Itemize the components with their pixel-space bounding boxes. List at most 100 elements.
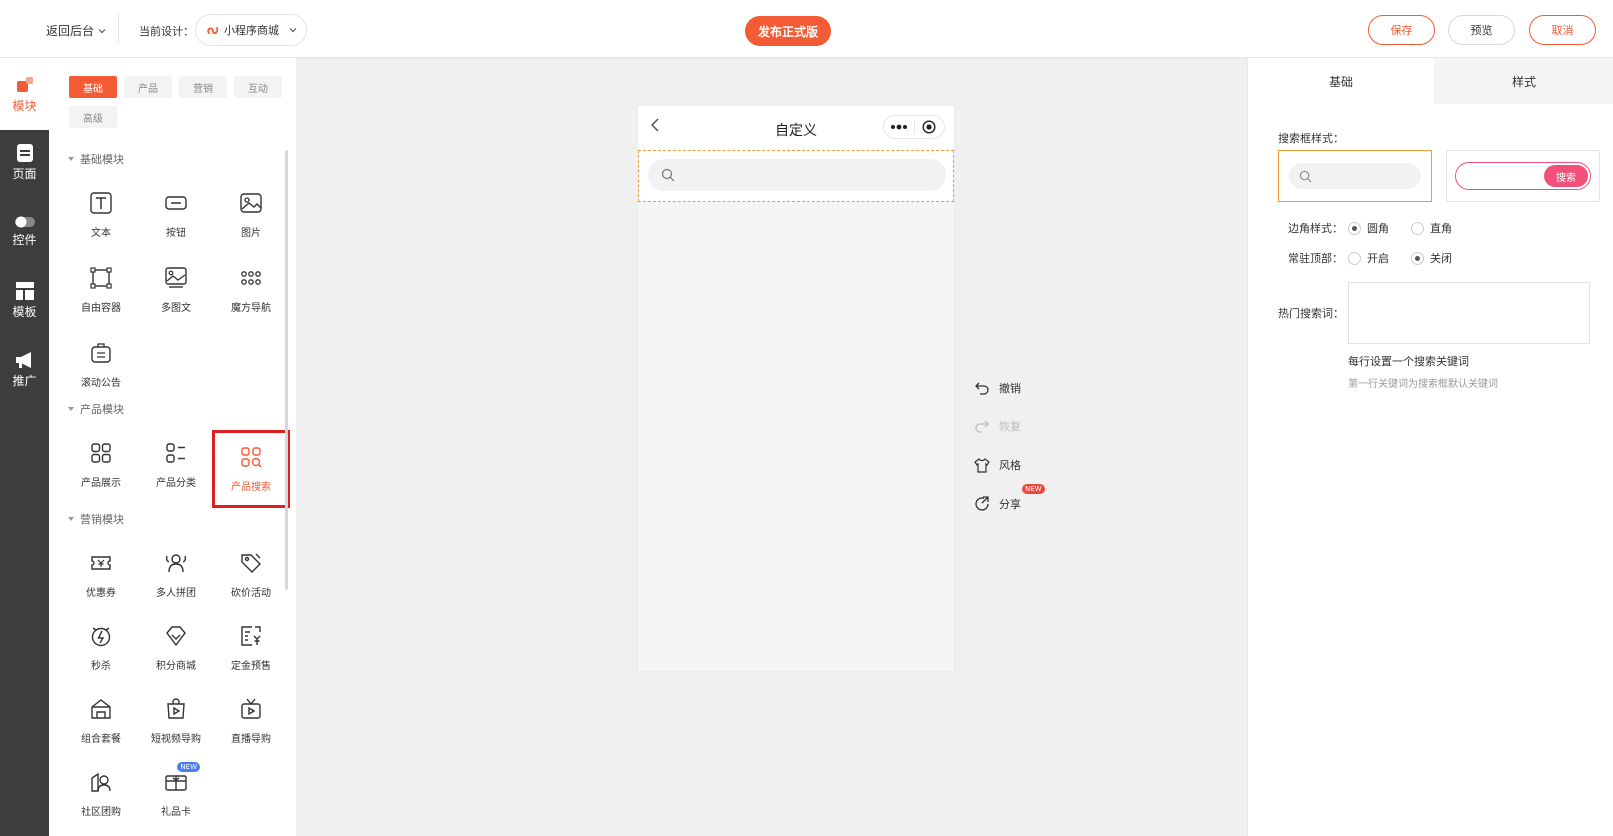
- component-label: 秒杀: [91, 661, 111, 672]
- section-title-text: 营销模块: [80, 513, 124, 526]
- component-image[interactable]: 图片: [214, 182, 288, 248]
- search-style-option-plain[interactable]: [1278, 150, 1432, 202]
- design-select[interactable]: 小程序商城: [195, 14, 307, 46]
- component-product-category[interactable]: 产品分类: [139, 432, 213, 498]
- plain-search-preview: [1289, 163, 1421, 189]
- component-gift-card[interactable]: NEW 礼品卡: [139, 761, 213, 827]
- component-multi-image[interactable]: 多图文: [139, 257, 213, 323]
- component-label: 文本: [91, 228, 111, 239]
- rail-item-label: 推广: [12, 373, 37, 388]
- redo-icon: [975, 420, 989, 433]
- save-button[interactable]: 保存: [1368, 15, 1435, 45]
- container-icon: [90, 267, 112, 289]
- multi-image-icon: [165, 267, 187, 288]
- search-style-option-button[interactable]: 搜索: [1446, 150, 1600, 202]
- tab-advanced[interactable]: 高级: [69, 106, 117, 128]
- component-free-container[interactable]: 自由容器: [64, 257, 138, 323]
- rail-item-controls[interactable]: 控件: [0, 201, 49, 261]
- component-label: 优惠券: [86, 588, 116, 599]
- share-button[interactable]: 分享 NEW: [974, 484, 1045, 514]
- section-title-text: 产品模块: [80, 403, 124, 416]
- component-coupon[interactable]: 优惠券: [64, 542, 138, 608]
- rail-item-label: 页面: [12, 166, 37, 181]
- component-scroll-notice[interactable]: 滚动公告: [64, 332, 138, 398]
- section-title-text: 基础模块: [80, 153, 124, 166]
- tab-marketing[interactable]: 营销: [179, 76, 227, 98]
- gift-card-icon-wrap: NEW: [164, 762, 200, 794]
- tab-settings-basic[interactable]: 基础: [1248, 58, 1434, 104]
- rail-item-promotion[interactable]: 推广: [0, 339, 49, 399]
- component-button[interactable]: 按钮: [139, 182, 213, 248]
- component-product-display[interactable]: 产品展示: [64, 432, 138, 498]
- component-rubik-nav[interactable]: 魔方导航: [214, 257, 288, 323]
- component-product-search[interactable]: 产品搜索: [212, 430, 290, 508]
- notice-icon: [91, 343, 111, 363]
- radio-square[interactable]: [1411, 221, 1424, 235]
- redo-button[interactable]: 恢复: [974, 416, 1021, 436]
- radio-rounded[interactable]: [1348, 221, 1361, 235]
- component-presale[interactable]: 定金预售: [214, 615, 288, 681]
- undo-icon: [975, 382, 989, 395]
- publish-button[interactable]: 发布正式版: [745, 16, 831, 46]
- rail-item-modules[interactable]: 模块: [0, 64, 49, 124]
- component-label: 魔方导航: [231, 303, 271, 314]
- search-component-block[interactable]: [638, 150, 954, 202]
- more-dots-icon[interactable]: [884, 116, 914, 138]
- component-flash-sale[interactable]: 秒杀: [64, 615, 138, 681]
- component-label: 按钮: [166, 228, 186, 239]
- component-label: 图片: [241, 228, 261, 239]
- radio-label: 圆角: [1367, 222, 1389, 235]
- component-short-video[interactable]: 短视频导购: [139, 688, 213, 754]
- live-tv-icon: [241, 698, 261, 719]
- component-bargain[interactable]: 砍价活动: [214, 542, 288, 608]
- radio-label: 开启: [1367, 252, 1389, 265]
- radio-sticky-on[interactable]: [1348, 251, 1361, 265]
- phone-navbar: 自定义: [638, 106, 954, 150]
- image-icon: [240, 193, 262, 213]
- video-bag-icon: [167, 698, 185, 719]
- category-icon: [166, 443, 185, 463]
- panel-scrollbar[interactable]: [285, 150, 288, 590]
- section-product-title[interactable]: 产品模块: [68, 401, 124, 417]
- component-community[interactable]: 社区团购: [64, 761, 138, 827]
- component-label: 礼品卡: [161, 807, 191, 818]
- component-label: 社区团购: [81, 807, 121, 818]
- coupon-icon: [91, 556, 111, 570]
- undo-button[interactable]: 撤销: [974, 378, 1021, 398]
- page-icon: [16, 143, 33, 162]
- component-text[interactable]: 文本: [64, 182, 138, 248]
- component-label: 多图文: [161, 303, 191, 314]
- preview-button[interactable]: 预览: [1448, 15, 1515, 45]
- tab-basic[interactable]: 基础: [69, 76, 117, 98]
- tab-settings-style[interactable]: 样式: [1434, 58, 1613, 104]
- rail-item-templates[interactable]: 模板: [0, 270, 49, 330]
- rail-item-pages[interactable]: 页面: [0, 132, 49, 192]
- back-to-admin-dropdown[interactable]: 返回后台: [46, 22, 106, 39]
- divider: [118, 14, 119, 44]
- sticky-top-radio-group: 开启 关闭: [1348, 250, 1468, 266]
- section-marketing-title[interactable]: 营销模块: [68, 511, 124, 527]
- tab-interaction[interactable]: 互动: [234, 76, 282, 98]
- tab-product[interactable]: 产品: [124, 76, 172, 98]
- cancel-button[interactable]: 取消: [1529, 15, 1596, 45]
- style-button[interactable]: 风格: [974, 455, 1021, 475]
- miniprogram-capsule[interactable]: [883, 115, 945, 139]
- component-label: 短视频导购: [151, 734, 201, 745]
- new-badge: NEW: [177, 762, 200, 772]
- grid-dots-icon: [241, 271, 261, 285]
- close-target-icon[interactable]: [915, 116, 945, 138]
- gift-card-icon: [165, 775, 187, 791]
- component-points-mall[interactable]: 积分商城: [139, 615, 213, 681]
- component-combo[interactable]: 组合套餐: [64, 688, 138, 754]
- toggle-icon: [14, 216, 35, 227]
- component-group-buy[interactable]: 多人拼团: [139, 542, 213, 608]
- hot-keywords-input[interactable]: [1348, 282, 1590, 344]
- component-live[interactable]: 直播导购: [214, 688, 288, 754]
- section-basic-title[interactable]: 基础模块: [68, 151, 124, 167]
- component-label: 自由容器: [81, 303, 121, 314]
- component-label: 多人拼团: [156, 588, 196, 599]
- group-buy-icon: [165, 554, 187, 573]
- radio-sticky-off[interactable]: [1411, 251, 1424, 265]
- search-icon: [661, 168, 675, 182]
- button-search-preview: 搜索: [1455, 162, 1591, 190]
